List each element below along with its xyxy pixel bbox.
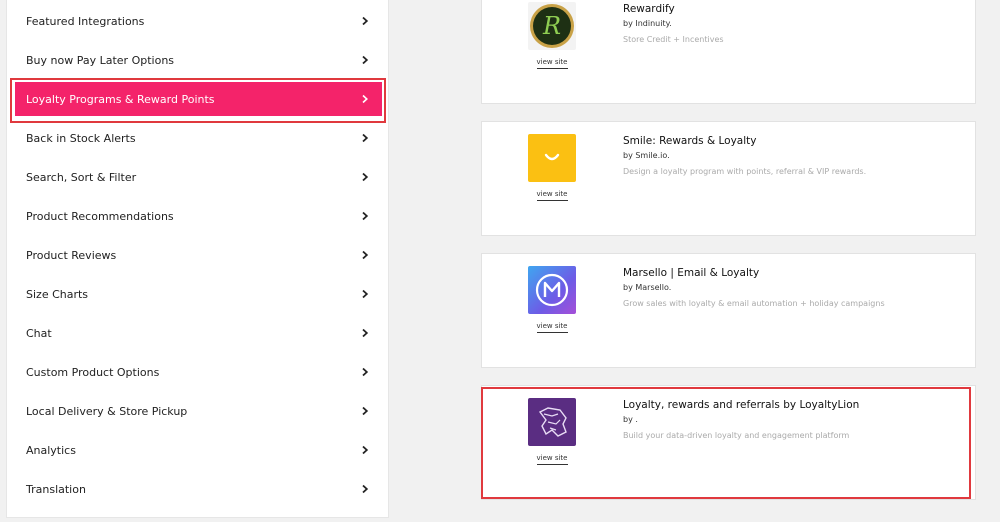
chevron-right-icon <box>360 328 370 338</box>
sidebar-item-label: Product Reviews <box>26 248 117 262</box>
sidebar-item-label: Analytics <box>26 443 76 457</box>
sidebar-item-featured-integrations[interactable]: Featured Integrations <box>15 4 382 38</box>
app-description: Design a loyalty program with points, re… <box>623 167 867 176</box>
chevron-right-icon <box>360 55 370 65</box>
sidebar-item-product-reviews[interactable]: Product Reviews <box>15 238 382 272</box>
sidebar-item-label: Local Delivery & Store Pickup <box>26 404 188 418</box>
sidebar-item-bnpl-options[interactable]: Buy now Pay Later Options <box>15 43 382 77</box>
sidebar-item-label: Translation <box>26 482 86 496</box>
app-developer: by Indinuity. <box>623 19 672 28</box>
sidebar-item-label: Custom Product Options <box>26 365 160 379</box>
view-site-link[interactable]: view site <box>536 57 568 69</box>
chevron-right-icon <box>360 289 370 299</box>
sidebar-item-label: Back in Stock Alerts <box>26 131 136 145</box>
app-card-smile: view site Smile: Rewards & Loyalty by Sm… <box>481 121 976 236</box>
sidebar-item-label: Product Recommendations <box>26 209 174 223</box>
smile-logo[interactable] <box>528 134 576 182</box>
marsello-m-logo[interactable] <box>528 266 576 314</box>
chevron-right-icon <box>360 250 370 260</box>
view-site-link[interactable]: view site <box>536 453 568 465</box>
app-title[interactable]: Rewardify <box>623 2 963 16</box>
app-title[interactable]: Loyalty, rewards and referrals by Loyalt… <box>623 398 963 412</box>
chevron-right-icon <box>360 445 370 455</box>
rewardify-r-logo[interactable]: R <box>528 2 576 50</box>
chevron-right-icon <box>360 16 370 26</box>
app-title[interactable]: Smile: Rewards & Loyalty <box>623 134 963 148</box>
category-sidebar: Featured Integrations Buy now Pay Later … <box>6 0 389 518</box>
chevron-right-icon <box>360 406 370 416</box>
app-title[interactable]: Marsello | Email & Loyalty <box>623 266 963 280</box>
chevron-right-icon <box>360 94 370 104</box>
sidebar-item-label: Featured Integrations <box>26 14 145 28</box>
app-card-marsello: view site Marsello | Email & Loyalty by … <box>481 253 976 368</box>
app-developer: by Marsello. <box>623 283 672 292</box>
chevron-right-icon <box>360 367 370 377</box>
app-description: Build your data-driven loyalty and engag… <box>623 431 850 440</box>
sidebar-item-local-delivery[interactable]: Local Delivery & Store Pickup <box>15 394 382 428</box>
sidebar-item-loyalty-programs[interactable]: Loyalty Programs & Reward Points <box>15 82 382 116</box>
app-description: Store Credit + Incentives <box>623 35 724 44</box>
svg-text:R: R <box>542 12 561 40</box>
app-description: Grow sales with loyalty & email automati… <box>623 299 885 308</box>
app-developer: by . <box>623 415 638 424</box>
chevron-right-icon <box>360 133 370 143</box>
sidebar-item-back-in-stock[interactable]: Back in Stock Alerts <box>15 121 382 155</box>
sidebar-item-custom-product-options[interactable]: Custom Product Options <box>15 355 382 389</box>
sidebar-item-label: Loyalty Programs & Reward Points <box>26 92 215 106</box>
sidebar-item-translation[interactable]: Translation <box>15 472 382 506</box>
sidebar-item-size-charts[interactable]: Size Charts <box>15 277 382 311</box>
sidebar-item-label: Search, Sort & Filter <box>26 170 137 184</box>
sidebar-item-search-sort-filter[interactable]: Search, Sort & Filter <box>15 160 382 194</box>
loyaltylion-logo[interactable] <box>528 398 576 446</box>
chevron-right-icon <box>360 172 370 182</box>
sidebar-item-label: Size Charts <box>26 287 89 301</box>
view-site-link[interactable]: view site <box>536 321 568 333</box>
app-developer: by Smile.io. <box>623 151 670 160</box>
sidebar-item-label: Buy now Pay Later Options <box>26 53 175 67</box>
sidebar-item-chat[interactable]: Chat <box>15 316 382 350</box>
sidebar-item-analytics[interactable]: Analytics <box>15 433 382 467</box>
chevron-right-icon <box>360 484 370 494</box>
sidebar-item-product-recommendations[interactable]: Product Recommendations <box>15 199 382 233</box>
app-card-loyaltylion: view site Loyalty, rewards and referrals… <box>481 385 976 500</box>
view-site-link[interactable]: view site <box>536 189 568 201</box>
app-card-rewardify: R view site Rewardify by Indinuity. Stor… <box>481 0 976 104</box>
sidebar-item-label: Chat <box>26 326 52 340</box>
chevron-right-icon <box>360 211 370 221</box>
